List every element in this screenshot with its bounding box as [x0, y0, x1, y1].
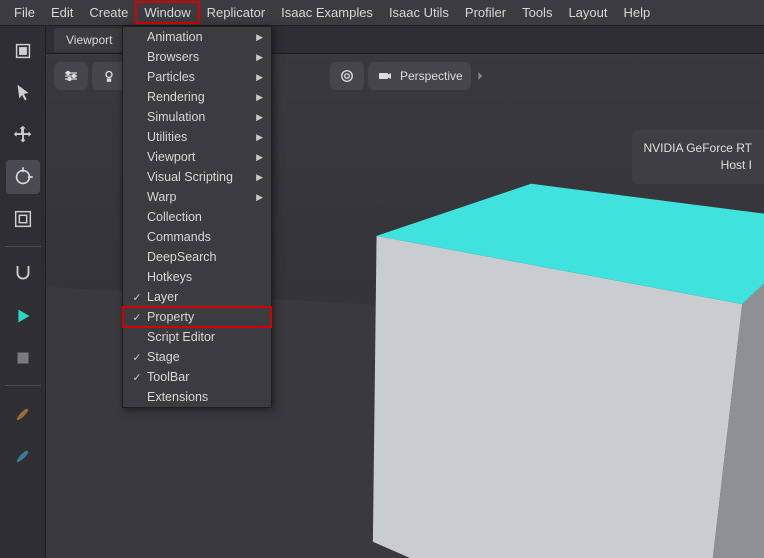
window-menu-item-label: Visual Scripting — [145, 170, 253, 184]
window-menu-item-label: Commands — [145, 230, 253, 244]
window-menu-item[interactable]: ✓ToolBar — [123, 367, 271, 387]
window-menu-item-label: Stage — [145, 350, 253, 364]
check-icon: ✓ — [129, 311, 145, 324]
tool-brush-b[interactable] — [6, 438, 40, 472]
left-toolbar — [0, 26, 46, 558]
tool-play[interactable] — [6, 299, 40, 333]
window-menu-item-label: ToolBar — [145, 370, 253, 384]
window-menu-item[interactable]: Hotkeys — [123, 267, 271, 287]
window-menu-item-label: Simulation — [145, 110, 253, 124]
gpu-info-line: Host I — [644, 157, 752, 174]
submenu-arrow-icon: ▶ — [253, 32, 263, 43]
window-menu-item-label: DeepSearch — [145, 250, 253, 264]
tool-cursor[interactable] — [6, 76, 40, 110]
window-menu-item[interactable]: Script Editor — [123, 327, 271, 347]
window-menu-item[interactable]: Utilities▶ — [123, 127, 271, 147]
window-menu-item-label: Extensions — [145, 390, 253, 404]
window-menu-item-label: Script Editor — [145, 330, 253, 344]
window-menu-item[interactable]: Warp▶ — [123, 187, 271, 207]
window-menu-item-label: Animation — [145, 30, 253, 44]
viewport-tab[interactable]: Viewport — [54, 28, 124, 52]
menu-window[interactable]: Window — [136, 2, 198, 23]
menu-isaac-examples[interactable]: Isaac Examples — [273, 2, 381, 23]
window-menu-dropdown: Animation▶Browsers▶Particles▶Rendering▶S… — [122, 26, 272, 408]
window-menu-item[interactable]: Simulation▶ — [123, 107, 271, 127]
window-menu-item[interactable]: Particles▶ — [123, 67, 271, 87]
chevron-right-icon — [475, 62, 487, 90]
submenu-arrow-icon: ▶ — [253, 132, 263, 143]
window-menu-item-label: Hotkeys — [145, 270, 253, 284]
window-menu-item[interactable]: Animation▶ — [123, 27, 271, 47]
menu-create[interactable]: Create — [81, 2, 136, 23]
window-menu-item-label: Utilities — [145, 130, 253, 144]
tool-rotate[interactable] — [6, 160, 40, 194]
menu-edit[interactable]: Edit — [43, 2, 81, 23]
window-menu-item[interactable]: DeepSearch — [123, 247, 271, 267]
toolbar-divider — [5, 246, 41, 247]
tool-scale[interactable] — [6, 202, 40, 236]
submenu-arrow-icon: ▶ — [253, 172, 263, 183]
window-menu-item[interactable]: Rendering▶ — [123, 87, 271, 107]
viewport-settings-button[interactable] — [54, 62, 88, 90]
window-menu-item[interactable]: ✓Property — [123, 307, 271, 327]
scene-cube-mesh — [454, 206, 764, 558]
gpu-info-line: NVIDIA GeForce RT — [644, 140, 752, 157]
window-menu-item-label: Warp — [145, 190, 253, 204]
window-menu-item-label: Property — [145, 310, 253, 324]
window-menu-item-label: Layer — [145, 290, 253, 304]
tool-brush-a[interactable] — [6, 396, 40, 430]
tool-stop[interactable] — [6, 341, 40, 375]
window-menu-item[interactable]: ✓Stage — [123, 347, 271, 367]
window-menu-item-label: Viewport — [145, 150, 253, 164]
window-menu-item[interactable]: ✓Layer — [123, 287, 271, 307]
check-icon: ✓ — [129, 351, 145, 364]
toolbar-divider — [5, 385, 41, 386]
submenu-arrow-icon: ▶ — [253, 192, 263, 203]
window-menu-item[interactable]: Visual Scripting▶ — [123, 167, 271, 187]
menu-file[interactable]: File — [6, 2, 43, 23]
submenu-arrow-icon: ▶ — [253, 152, 263, 163]
submenu-arrow-icon: ▶ — [253, 112, 263, 123]
tool-move[interactable] — [6, 118, 40, 152]
menu-isaac-utils[interactable]: Isaac Utils — [381, 2, 457, 23]
viewport-camera-sync-button[interactable] — [330, 62, 364, 90]
viewport-light-button[interactable] — [92, 62, 126, 90]
check-icon: ✓ — [129, 291, 145, 304]
window-menu-item[interactable]: Commands — [123, 227, 271, 247]
submenu-arrow-icon: ▶ — [253, 52, 263, 63]
window-menu-item[interactable]: Extensions — [123, 387, 271, 407]
window-menu-item[interactable]: Collection — [123, 207, 271, 227]
window-menu-item[interactable]: Browsers▶ — [123, 47, 271, 67]
check-icon: ✓ — [129, 371, 145, 384]
menu-layout[interactable]: Layout — [560, 2, 615, 23]
viewport-camera-dropdown[interactable]: Perspective — [368, 62, 471, 90]
submenu-arrow-icon: ▶ — [253, 72, 263, 83]
menu-tools[interactable]: Tools — [514, 2, 560, 23]
menu-profiler[interactable]: Profiler — [457, 2, 514, 23]
window-menu-item-label: Rendering — [145, 90, 253, 104]
window-menu-item[interactable]: Viewport▶ — [123, 147, 271, 167]
menu-help[interactable]: Help — [616, 2, 659, 23]
menubar: File Edit Create Window Replicator Isaac… — [0, 0, 764, 26]
menu-replicator[interactable]: Replicator — [199, 2, 274, 23]
tool-snap[interactable] — [6, 257, 40, 291]
viewport-camera-label: Perspective — [400, 69, 463, 83]
submenu-arrow-icon: ▶ — [253, 92, 263, 103]
window-menu-item-label: Collection — [145, 210, 253, 224]
gpu-info-badge: NVIDIA GeForce RT Host I — [632, 130, 764, 184]
window-menu-item-label: Browsers — [145, 50, 253, 64]
tool-frame-select[interactable] — [6, 34, 40, 68]
window-menu-item-label: Particles — [145, 70, 253, 84]
